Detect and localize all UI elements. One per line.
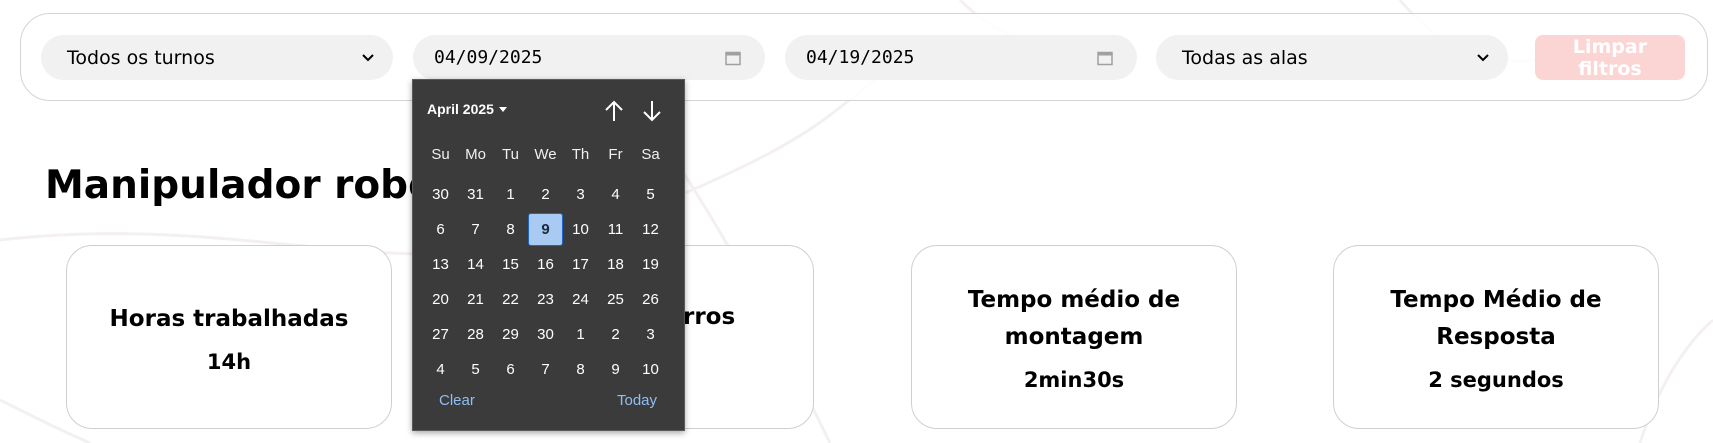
weekday-label: Th [571, 146, 590, 163]
metric-card-response-time: Tempo Médio de Resposta 2 segundos [1333, 245, 1659, 429]
day-cell[interactable]: 2 [528, 177, 563, 212]
card-value: 2min30s [1023, 368, 1125, 392]
start-date-input[interactable]: 04/09/2025 [413, 35, 765, 80]
clear-date-button[interactable]: Clear [439, 392, 475, 409]
chevron-down-icon [1476, 51, 1490, 65]
caret-down-icon [498, 107, 507, 112]
day-cell[interactable]: 28 [458, 317, 493, 352]
day-cell[interactable]: 7 [528, 352, 563, 387]
day-cell[interactable]: 1 [563, 317, 598, 352]
day-cell[interactable]: 6 [423, 212, 458, 247]
day-cell[interactable]: 27 [423, 317, 458, 352]
metric-card-assembly-time: Tempo médio de montagem 2min30s [911, 245, 1237, 429]
weekday-label: We [534, 146, 557, 163]
card-value: 14h [206, 349, 252, 374]
arrow-up-icon [605, 100, 623, 121]
day-cell[interactable]: 22 [493, 282, 528, 317]
selected-day-cell[interactable]: 9 [528, 213, 563, 246]
day-cell[interactable]: 4 [423, 352, 458, 387]
end-date-value: 04/19/2025 [806, 47, 915, 68]
day-cell[interactable]: 5 [633, 177, 668, 212]
shift-select[interactable]: Todos os turnos [41, 35, 393, 80]
day-cell[interactable]: 17 [563, 247, 598, 282]
weekday-header: Su Mo Tu We Th Fr Sa [423, 146, 673, 163]
day-cell[interactable]: 7 [458, 212, 493, 247]
day-cell[interactable]: 12 [633, 212, 668, 247]
day-cell[interactable]: 3 [633, 317, 668, 352]
weekday-label: Su [431, 146, 450, 163]
weekday-label: Sa [641, 146, 660, 163]
day-cell[interactable]: 26 [633, 282, 668, 317]
day-cell[interactable]: 23 [528, 282, 563, 317]
wing-select[interactable]: Todas as alas [1156, 35, 1508, 80]
day-cell[interactable]: 29 [493, 317, 528, 352]
day-cell[interactable]: 20 [423, 282, 458, 317]
day-grid: 30 31 1 2 3 4 5 6 7 8 9 10 11 12 13 14 15 16 17 18 19 20 21 22 2… [423, 177, 673, 387]
weekday-label: Tu [502, 146, 519, 163]
day-cell[interactable]: 4 [598, 177, 633, 212]
day-cell[interactable]: 24 [563, 282, 598, 317]
day-cell[interactable]: 25 [598, 282, 633, 317]
card-title: Tempo Médio de Resposta [1390, 287, 1602, 350]
day-cell[interactable]: 11 [598, 212, 633, 247]
day-cell[interactable]: 8 [563, 352, 598, 387]
calendar-icon[interactable] [1097, 50, 1113, 66]
day-cell[interactable]: 14 [458, 247, 493, 282]
day-cell[interactable]: 30 [423, 177, 458, 212]
day-cell[interactable]: 16 [528, 247, 563, 282]
day-cell[interactable]: 15 [493, 247, 528, 282]
metric-card-hours: Horas trabalhadas 14h [66, 245, 392, 429]
day-cell[interactable]: 13 [423, 247, 458, 282]
filter-bar: Todos os turnos 04/09/2025 04/19/2025 To… [20, 13, 1708, 101]
weekday-label: Fr [608, 146, 623, 163]
clear-filters-button[interactable]: Limpar filtros [1535, 35, 1685, 80]
previous-month-button[interactable] [601, 98, 627, 124]
arrow-down-icon [643, 101, 661, 122]
chevron-down-icon [361, 51, 375, 65]
day-cell[interactable]: 31 [458, 177, 493, 212]
day-cell[interactable]: 8 [493, 212, 528, 247]
weekday-label: Mo [465, 146, 486, 163]
day-cell[interactable]: 19 [633, 247, 668, 282]
day-cell[interactable]: 6 [493, 352, 528, 387]
card-title: Tempo médio de montagem [967, 287, 1181, 350]
day-cell[interactable]: 21 [458, 282, 493, 317]
wing-select-value: Todas as alas [1182, 46, 1308, 69]
day-cell[interactable]: 10 [563, 212, 598, 247]
start-date-value: 04/09/2025 [434, 47, 543, 68]
day-cell[interactable]: 18 [598, 247, 633, 282]
next-month-button[interactable] [639, 98, 665, 124]
card-title: Horas trabalhadas [109, 305, 349, 332]
day-cell[interactable]: 9 [598, 352, 633, 387]
end-date-input[interactable]: 04/19/2025 [785, 35, 1137, 80]
day-cell[interactable]: 5 [458, 352, 493, 387]
date-picker-popup: April 2025 Su Mo Tu We Th Fr Sa 30 31 1 2 3 4 5 6 7 8 9 1… [412, 79, 685, 431]
day-cell[interactable]: 1 [493, 177, 528, 212]
month-year-label: April 2025 [427, 101, 494, 117]
shift-select-value: Todos os turnos [67, 46, 215, 69]
card-value: 2 segundos [1428, 368, 1564, 392]
month-year-selector[interactable]: April 2025 [427, 101, 507, 117]
today-button[interactable]: Today [617, 392, 657, 409]
day-cell[interactable]: 3 [563, 177, 598, 212]
calendar-icon[interactable] [725, 50, 741, 66]
card-title: rros [683, 304, 736, 330]
day-cell[interactable]: 10 [633, 352, 668, 387]
day-cell[interactable]: 30 [528, 317, 563, 352]
day-cell[interactable]: 2 [598, 317, 633, 352]
